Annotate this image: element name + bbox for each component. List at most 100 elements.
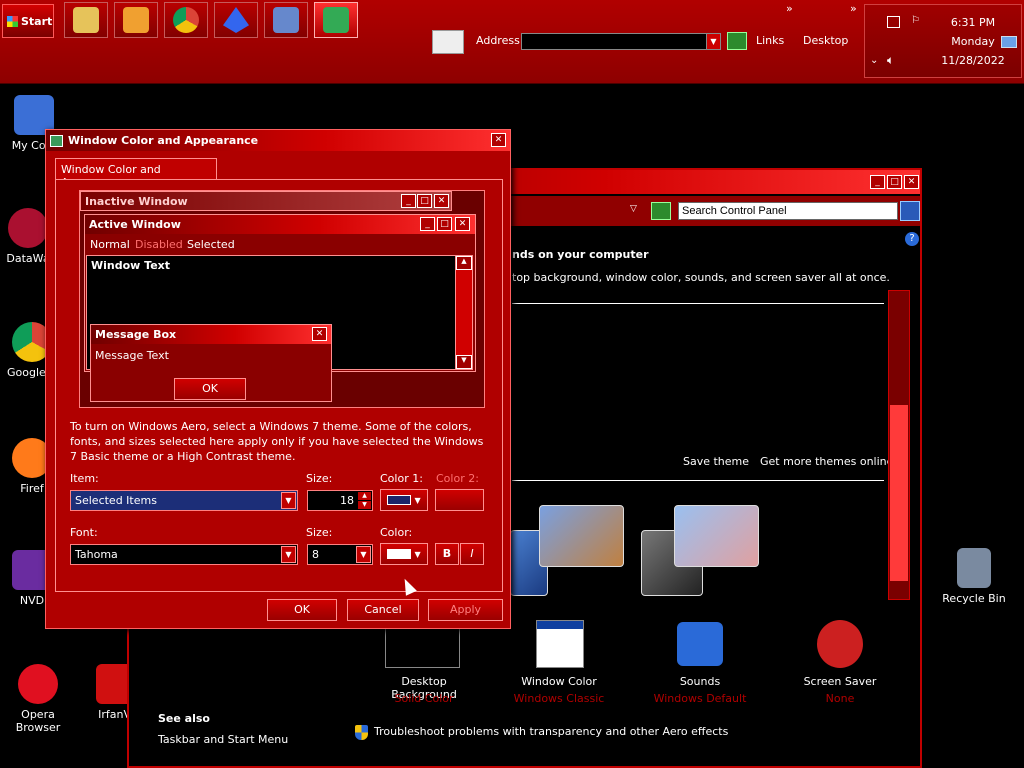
quick-launch-chrome[interactable]	[164, 2, 208, 38]
item-size-spinner[interactable]: 18 ▲ ▼	[307, 490, 373, 511]
desktop-icon-recycle-bin[interactable]: Recycle Bin	[939, 548, 1009, 605]
opera-icon	[18, 664, 58, 704]
cp-minimize-button[interactable]: _	[870, 175, 885, 189]
theme-thumbnail[interactable]	[539, 505, 624, 567]
active-window-titlebar: Active Window	[85, 215, 475, 234]
font-size-select[interactable]: 8 ▼	[307, 544, 373, 565]
troubleshoot-link[interactable]: Troubleshoot problems with transparency …	[374, 725, 728, 738]
chevron-down-icon[interactable]: ▼	[356, 546, 371, 563]
color1-swatch	[387, 495, 411, 505]
inactive-close-icon: ✕	[434, 194, 449, 208]
cp-history-dropdown-icon[interactable]: ▽	[630, 204, 637, 214]
ok-button[interactable]: OK	[267, 599, 337, 621]
sounds-icon[interactable]	[677, 622, 723, 666]
font-select[interactable]: Tahoma ▼	[70, 544, 298, 565]
shield-icon	[355, 725, 368, 740]
help-icon[interactable]: ?	[905, 232, 919, 246]
cp-maximize-button[interactable]: □	[887, 175, 902, 189]
search-icon[interactable]	[900, 201, 920, 221]
font-color-label: Color:	[380, 526, 413, 539]
cp-scrollbar[interactable]	[888, 290, 910, 600]
window-color-label[interactable]: Window Color	[504, 675, 614, 688]
cp-heading: nds on your computer	[512, 248, 649, 261]
bold-button[interactable]: B	[435, 543, 459, 565]
font-color-picker[interactable]: ▼	[380, 543, 428, 565]
toolbar-chevron-icon[interactable]: »	[850, 2, 857, 15]
sounds-label[interactable]: Sounds	[645, 675, 755, 688]
chevron-down-icon[interactable]: ▼	[281, 492, 296, 509]
chrome-icon	[173, 7, 199, 33]
quick-launch-crystal[interactable]	[214, 2, 258, 38]
see-also-heading: See also	[158, 712, 210, 725]
message-text: Message Text	[95, 349, 169, 362]
file-manager-icon	[73, 7, 99, 33]
spin-down-icon[interactable]: ▼	[358, 501, 371, 509]
taskbar-display-properties[interactable]	[314, 2, 358, 38]
dialog-close-button[interactable]: ✕	[491, 133, 506, 147]
message-box-titlebar: Message Box	[91, 325, 331, 344]
address-label: Address	[476, 34, 520, 47]
quick-launch-control-panel[interactable]	[264, 2, 308, 38]
active-close-icon: ✕	[455, 217, 470, 231]
clock-time[interactable]: 6:31 PM	[923, 16, 1023, 29]
network-icon[interactable]	[887, 16, 900, 28]
apply-button: Apply	[428, 599, 503, 621]
inactive-minimize-icon: _	[401, 194, 416, 208]
dialog-titlebar[interactable]: Window Color and Appearance	[46, 130, 510, 151]
theme-thumbnail[interactable]	[674, 505, 759, 567]
links-label[interactable]: Links	[756, 34, 784, 47]
window-color-dialog: Window Color and Appearance ✕ Window Col…	[45, 129, 511, 629]
chevron-down-icon[interactable]: ▼	[281, 546, 296, 563]
tab-window-color[interactable]: Window Color and Appearance	[55, 158, 217, 189]
color2-label: Color 2:	[436, 472, 479, 485]
cp-refresh-icon[interactable]	[651, 202, 671, 220]
signature-icon	[432, 30, 464, 54]
window-color-icon[interactable]	[536, 620, 584, 668]
quick-launch-media-player[interactable]	[114, 2, 158, 38]
save-theme-link[interactable]: Save theme	[683, 455, 749, 468]
clock-date: 11/28/2022	[941, 54, 1005, 67]
links-chevron-icon[interactable]: »	[786, 2, 793, 15]
address-input[interactable]	[521, 33, 721, 50]
screen-saver-icon[interactable]	[817, 620, 863, 668]
datawave-icon	[8, 208, 48, 248]
start-button[interactable]: Start	[2, 4, 54, 38]
menu-selected: Selected	[187, 238, 235, 251]
message-box-preview: Message Box ✕ Message Text OK	[90, 324, 332, 402]
spin-up-icon[interactable]: ▲	[358, 492, 371, 500]
recycle-bin-icon	[957, 548, 991, 588]
display-properties-icon	[323, 7, 349, 33]
notification-flag-icon[interactable]: ⚐	[911, 15, 920, 26]
inactive-maximize-icon: □	[417, 194, 432, 208]
item-size-label: Size:	[306, 472, 333, 485]
taskbar-start-menu-link[interactable]: Taskbar and Start Menu	[158, 733, 288, 746]
preview-ok-button: OK	[174, 378, 246, 400]
media-player-icon	[123, 7, 149, 33]
desktop-icon-opera[interactable]: Opera Browser	[3, 664, 73, 734]
volume-icon[interactable]: 🔈︎	[887, 53, 894, 68]
search-control-panel-input[interactable]	[678, 202, 898, 220]
inactive-window-titlebar: Inactive Window _ □ ✕	[80, 191, 452, 211]
color1-label: Color 1:	[380, 472, 423, 485]
appearance-preview: Inactive Window _ □ ✕ Active Window _ □ …	[79, 190, 485, 408]
system-tray: ⚐ 6:31 PM Monday ⌄ 🔈︎ 11/28/2022	[864, 4, 1022, 78]
show-desktop-icon[interactable]	[1001, 36, 1017, 48]
screen-saver-label[interactable]: Screen Saver	[785, 675, 895, 688]
item-select[interactable]: Selected Items ▼	[70, 490, 298, 511]
address-dropdown-icon[interactable]: ▼	[706, 33, 721, 50]
cp-close-button[interactable]: ✕	[904, 175, 919, 189]
desktop-toolbar-label[interactable]: Desktop	[803, 34, 848, 47]
chevron-down-icon: ▼	[414, 496, 421, 505]
cancel-button[interactable]: Cancel	[347, 599, 419, 621]
color1-picker[interactable]: ▼	[380, 489, 428, 511]
go-arrow-icon[interactable]	[727, 32, 747, 50]
scroll-down-icon: ▼	[456, 355, 472, 369]
italic-button[interactable]: I	[460, 543, 484, 565]
tray-expand-icon[interactable]: ⌄	[870, 55, 878, 66]
menu-disabled: Disabled	[135, 238, 183, 251]
cp-subheading: top background, window color, sounds, an…	[512, 271, 890, 284]
get-more-themes-link[interactable]: Get more themes online	[760, 455, 893, 468]
font-color-swatch	[387, 549, 411, 559]
quick-launch-file-manager[interactable]	[64, 2, 108, 38]
cp-scrollbar-thumb[interactable]	[890, 405, 908, 581]
